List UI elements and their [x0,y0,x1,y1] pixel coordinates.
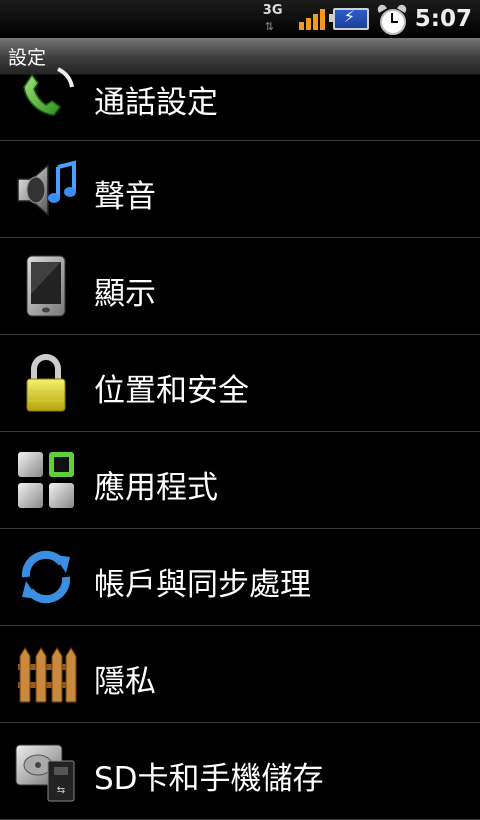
settings-item-label: 應用程式 [94,470,218,506]
settings-item-label: 顯示 [94,276,156,312]
status-icons: 3G ⇅ ⚡ 5:07 [263,2,472,36]
network-type: 3G [262,3,283,18]
settings-item-privacy[interactable]: 隱私 [0,626,480,723]
settings-item-label: 帳戶與同步處理 [94,567,311,603]
settings-list: 通話設定 聲音 顯示 位置和安全 應用程式 帳戶與同步處理 隱私 ⇆ SD卡和手… [0,67,480,820]
settings-item-display[interactable]: 顯示 [0,238,480,335]
apps-grid-icon [18,452,74,508]
network-3g-icon: 3G ⇅ [262,3,283,33]
phone-screen-icon [26,255,66,317]
padlock-icon [26,354,66,412]
settings-item-sd-storage[interactable]: ⇆ SD卡和手機儲存 [0,723,480,820]
status-time: 5:07 [414,6,472,32]
settings-item-applications[interactable]: 應用程式 [0,432,480,529]
storage-icon: ⇆ [15,744,75,802]
settings-item-label: 通話設定 [94,85,218,121]
sync-icon [21,550,71,604]
battery-charging-icon: ⚡ [328,7,369,30]
status-bar: 3G ⇅ ⚡ 5:07 [0,0,480,38]
fence-icon [18,647,77,703]
settings-item-label: 位置和安全 [94,373,249,409]
svg-text:⇆: ⇆ [57,785,65,796]
settings-item-label: 隱私 [94,664,156,700]
speaker-music-icon [17,160,76,217]
settings-item-sound[interactable]: 聲音 [0,141,480,238]
phone-icon [23,67,74,116]
settings-item-label: SD卡和手機儲存 [94,761,324,797]
alarm-clock-icon [375,3,408,35]
settings-item-accounts-sync[interactable]: 帳戶與同步處理 [0,529,480,626]
signal-strength-icon [298,8,325,30]
settings-item-label: 聲音 [94,179,156,215]
settings-item-location-security[interactable]: 位置和安全 [0,335,480,432]
settings-item-call[interactable]: 通話設定 [0,67,480,141]
